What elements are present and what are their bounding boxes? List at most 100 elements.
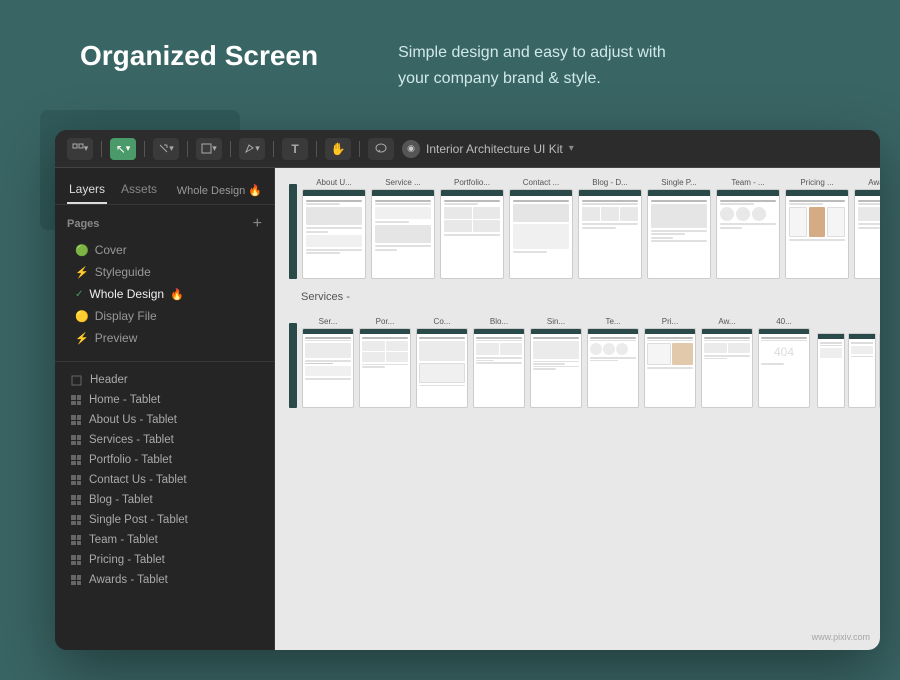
tablet-thumb-8: 404	[758, 328, 810, 408]
toolbar-separator-5	[273, 141, 274, 157]
toolbar-separator-2	[144, 141, 145, 157]
extra-tablet-frames	[817, 333, 880, 408]
layer-item-services-tablet[interactable]: Services - Tablet	[55, 430, 274, 450]
frame-pricing-desktop: Pricing ...	[785, 178, 849, 279]
toolbar-separator-7	[359, 141, 360, 157]
tablet-frame-5-label: Te...	[605, 317, 620, 326]
text-tool-button[interactable]: T	[282, 138, 308, 160]
tablet-frame-4: Sin...	[530, 317, 582, 408]
tablet-thumb-6	[644, 328, 696, 408]
page-subtitle: Simple design and easy to adjust with yo…	[398, 40, 698, 91]
check-icon: ✓	[75, 289, 83, 300]
tab-assets[interactable]: Assets	[119, 176, 159, 204]
grid-icon-services	[71, 435, 81, 445]
layer-blog-tablet-label: Blog - Tablet	[89, 494, 153, 506]
frame-tool-button[interactable]: ▾	[67, 138, 93, 160]
layer-item-pricing-tablet[interactable]: Pricing - Tablet	[55, 550, 274, 570]
add-page-button[interactable]: +	[253, 215, 262, 233]
move-tool-button[interactable]: ↖ ▾	[110, 138, 136, 160]
layer-portfolio-tablet-label: Portfolio - Tablet	[89, 454, 172, 466]
tablet-section-bar	[289, 323, 297, 408]
tablet-thumb-3	[473, 328, 525, 408]
frame-contact-desktop: Contact ...	[509, 178, 573, 279]
toolbar: ▾ ↖ ▾ ▾	[67, 138, 394, 160]
frame-blog-desktop: Blog - D...	[578, 178, 642, 279]
canvas-area: About U...	[275, 168, 880, 650]
page-title: Organized Screen	[80, 40, 318, 72]
page-item-cover[interactable]: 🟢 Cover	[55, 239, 274, 261]
layer-item-blog-tablet[interactable]: Blog - Tablet	[55, 490, 274, 510]
project-dropdown-icon[interactable]: ▾	[569, 143, 574, 154]
extra-frame-2	[848, 333, 876, 408]
sidebar: Layers Assets Whole Design 🔥 Pages + 🟢 C…	[55, 168, 275, 650]
frame-contact-label: Contact ...	[523, 178, 559, 187]
grid-icon-portfolio	[71, 455, 81, 465]
layer-services-tablet-label: Services - Tablet	[89, 434, 174, 446]
frame-awards-desktop: Awards ...	[854, 178, 880, 279]
canvas-inner: About U...	[275, 168, 880, 650]
extra-frame-1	[817, 333, 845, 408]
frame-portfolio-label: Portfolio...	[454, 178, 490, 187]
layer-about-tablet-label: About Us - Tablet	[89, 414, 177, 426]
styleguide-label: Styleguide	[95, 265, 151, 279]
title-bar: ▾ ↖ ▾ ▾	[55, 130, 880, 168]
frame-team-desktop: Team - ...	[716, 178, 780, 279]
layer-item-awards-tablet[interactable]: Awards - Tablet	[55, 570, 274, 590]
tablet-frame-1-label: Por...	[376, 317, 395, 326]
comment-tool-button[interactable]	[368, 138, 394, 160]
layer-home-tablet-label: Home - Tablet	[89, 394, 160, 406]
tablet-frame-2: Co...	[416, 317, 468, 408]
whole-design-page-label: Whole Design	[89, 287, 164, 301]
layer-awards-tablet-label: Awards - Tablet	[89, 574, 168, 586]
layer-item-header[interactable]: Header	[55, 370, 274, 390]
title-bar-center: ◉ Interior Architecture UI Kit ▾	[402, 140, 574, 158]
layer-item-contact-tablet[interactable]: Contact Us - Tablet	[55, 470, 274, 490]
extra-frame-3	[879, 333, 880, 408]
watermark: www.pixiv.com	[812, 632, 870, 642]
layers-list: Header Home - Tablet About Us - Tablet	[55, 366, 274, 650]
tablet-frame-8-label: 40...	[776, 317, 792, 326]
tablet-frame-0: Ser...	[302, 317, 354, 408]
display-file-emoji: 🟡	[75, 310, 89, 323]
layer-item-portfolio-tablet[interactable]: Portfolio - Tablet	[55, 450, 274, 470]
whole-design-label: Whole Design 🔥	[177, 184, 262, 197]
frame-pricing-thumb	[785, 189, 849, 279]
shape-tool-button[interactable]: ▾	[196, 138, 222, 160]
page-item-styleguide[interactable]: ⚡ Styleguide	[55, 261, 274, 283]
hand-tool-button[interactable]: ✋	[325, 138, 351, 160]
pen-tool-button[interactable]: ▾	[239, 138, 265, 160]
frame-contact-thumb	[509, 189, 573, 279]
frame-single-post-desktop: Single P...	[647, 178, 711, 279]
tab-layers[interactable]: Layers	[67, 176, 107, 204]
desktop-section-bar	[289, 184, 297, 279]
layer-item-team-tablet[interactable]: Team - Tablet	[55, 530, 274, 550]
layer-item-home-tablet[interactable]: Home - Tablet	[55, 390, 274, 410]
page-item-display-file[interactable]: 🟡 Display File	[55, 305, 274, 327]
toolbar-separator-1	[101, 141, 102, 157]
sidebar-divider	[55, 361, 274, 362]
grid-icon-blog	[71, 495, 81, 505]
page-item-whole-design[interactable]: ✓ Whole Design 🔥	[55, 283, 274, 305]
frame-single-post-label: Single P...	[661, 178, 696, 187]
tablet-frame-3: Blo...	[473, 317, 525, 408]
tablet-frame-6: Pri...	[644, 317, 696, 408]
tablet-thumb-0	[302, 328, 354, 408]
layer-item-single-post-tablet[interactable]: Single Post - Tablet	[55, 510, 274, 530]
scale-tool-button[interactable]: ▾	[153, 138, 179, 160]
frame-about-desktop: About U...	[302, 178, 366, 279]
app-body: Layers Assets Whole Design 🔥 Pages + 🟢 C…	[55, 168, 880, 650]
page-item-preview[interactable]: ⚡ Preview	[55, 327, 274, 349]
layer-single-post-tablet-label: Single Post - Tablet	[89, 514, 188, 526]
tablet-frame-7: Aw...	[701, 317, 753, 408]
toolbar-separator-4	[230, 141, 231, 157]
grid-icon-home	[71, 395, 81, 405]
pages-list: 🟢 Cover ⚡ Styleguide ✓ Whole Design 🔥 🟡 …	[55, 237, 274, 357]
layer-item-about-tablet[interactable]: About Us - Tablet	[55, 410, 274, 430]
preview-label: Preview	[95, 331, 138, 345]
sidebar-tab-right: Whole Design 🔥	[177, 184, 262, 197]
frame-team-label: Team - ...	[731, 178, 764, 187]
tablet-frame-6-label: Pri...	[662, 317, 678, 326]
tablet-thumb-2	[416, 328, 468, 408]
grid-icon-pricing	[71, 555, 81, 565]
checkbox-icon	[71, 375, 82, 386]
